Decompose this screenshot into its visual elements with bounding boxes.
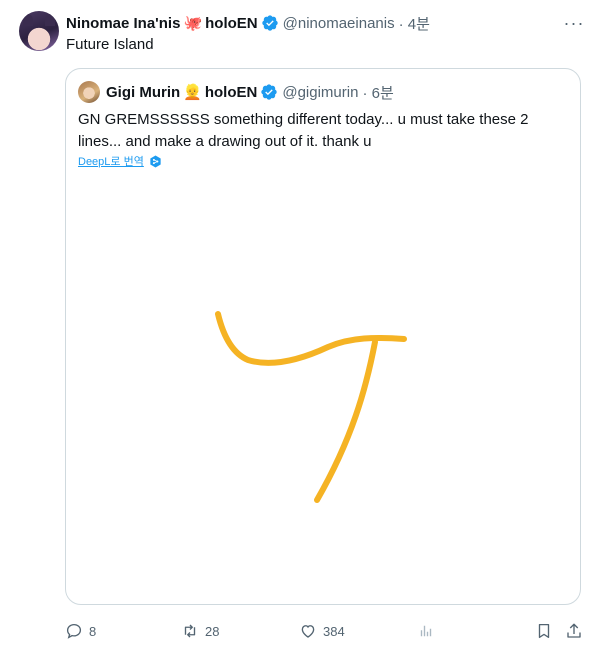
drawing-stem-line [314, 339, 378, 503]
quoted-tweet[interactable]: Gigi Murin 👱 holoEN @gigimurin · 6분 GN G… [65, 68, 581, 605]
avatar[interactable] [19, 11, 59, 51]
author-handle[interactable]: @ninomaeinanis [283, 15, 395, 32]
heart-icon [301, 625, 315, 638]
reply-count: 8 [89, 623, 97, 639]
tweet-text: Future Island [66, 36, 154, 53]
reply-button[interactable]: 8 [65, 620, 96, 642]
drawing-curve-line [215, 311, 407, 366]
quoted-handle: @gigimurin [282, 83, 359, 101]
tweet-header: Ninomae Ina'nis 🐙 holoEN @ninomaeinanis … [66, 12, 430, 34]
verified-badge-icon[interactable] [261, 14, 279, 32]
quoted-avatar [78, 81, 100, 103]
quoted-author-name: Gigi Murin [106, 83, 181, 101]
octopus-emoji: 🐙 [183, 15, 203, 32]
like-count: 384 [323, 623, 345, 639]
share-button[interactable] [565, 620, 589, 642]
retweet-count: 28 [205, 623, 220, 639]
tweet-time[interactable]: · 4분 [399, 13, 430, 34]
bookmark-button[interactable] [535, 620, 559, 642]
reply-icon [66, 623, 82, 639]
action-bar: 8 28 384 [0, 620, 600, 642]
analytics-button[interactable] [417, 620, 441, 642]
drawing-image[interactable] [66, 269, 581, 569]
author-suffix[interactable]: holoEN [205, 15, 258, 32]
like-button[interactable]: 384 [299, 620, 345, 642]
retweet-button[interactable]: 28 [181, 620, 219, 642]
more-options-icon[interactable]: ··· [562, 12, 586, 34]
bookmark-icon [538, 623, 550, 639]
translate-link[interactable]: DeepL로 번역 [78, 153, 162, 169]
author-name[interactable]: Ninomae Ina'nis [66, 15, 180, 32]
quoted-text: GN GREMSSSSSS something different today.… [78, 111, 529, 150]
deepl-icon [150, 155, 161, 167]
quoted-header: Gigi Murin 👱 holoEN @gigimurin · 6분 [78, 81, 394, 103]
quoted-author-suffix: holoEN [204, 83, 258, 101]
person-emoji: 👱 [183, 84, 202, 101]
translate-label[interactable]: DeepL로 번역 [78, 153, 144, 169]
retweet-icon [184, 624, 196, 638]
analytics-icon [420, 625, 432, 637]
share-icon [567, 623, 581, 638]
quoted-time: · 6분 [362, 84, 394, 102]
verified-badge-icon [261, 84, 278, 100]
